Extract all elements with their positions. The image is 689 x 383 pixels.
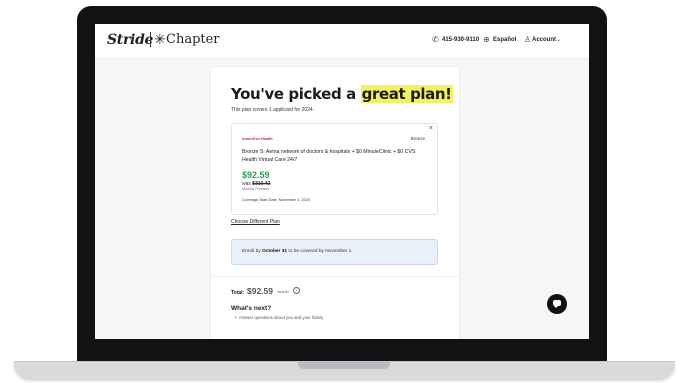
- browser-viewport: Stride ✳ Chapter ✆ 415-930-9110 ⊕ Españo…: [95, 24, 589, 339]
- selected-plan-card: × AmeriGen Health Bronze Bronze S: Aetna…: [231, 123, 438, 215]
- info-icon[interactable]: i: [293, 287, 300, 294]
- page-title: You've picked a great plan!: [231, 85, 453, 103]
- site-header: Stride ✳ Chapter ✆ 415-930-9110 ⊕ Españo…: [95, 24, 589, 59]
- enroll-deadline-text: Enroll by October 31 to be covered by No…: [242, 249, 353, 254]
- language-toggle[interactable]: Español: [493, 37, 516, 43]
- chevron-down-icon[interactable]: ⌄: [556, 36, 561, 43]
- premium-label: Monthly Premium: [242, 187, 270, 191]
- phone-link[interactable]: 415-930-9110: [442, 37, 479, 43]
- chapter-logo[interactable]: Chapter: [166, 32, 220, 47]
- total-unit: /month: [277, 290, 289, 294]
- plan-description: Bronze S: Aetna network of doctors & hos…: [242, 149, 416, 163]
- page-title-highlight: great plan!: [360, 85, 453, 103]
- coverage-start-date: Coverage Start Date: November 1, 2024: [242, 198, 310, 202]
- logo-divider: [150, 32, 151, 47]
- whats-next-item-text: Answer questions about you and your fami…: [238, 315, 324, 320]
- plan-tier-badge: Bronze: [410, 136, 425, 141]
- enroll-suffix: to be covered by November 1.: [288, 249, 353, 254]
- chat-button[interactable]: [547, 294, 567, 314]
- close-icon[interactable]: ×: [429, 125, 433, 132]
- user-icon: ♙: [524, 35, 532, 44]
- phone-icon: ✆: [432, 35, 439, 44]
- total-label: Total:: [231, 290, 245, 296]
- carrier-logo: AmeriGen Health: [242, 137, 273, 141]
- stride-logo[interactable]: Stride: [107, 32, 153, 48]
- page-subtitle: This plan covers 1 applicant for 2024.: [231, 107, 315, 113]
- plan-summary-card: You've picked a great plan! This plan co…: [210, 66, 460, 339]
- whats-next-item: • Answer questions about you and your fa…: [235, 315, 324, 320]
- enroll-date: October 31: [262, 249, 288, 254]
- whats-next-heading: What's next?: [231, 305, 272, 312]
- page-title-prefix: You've picked a: [231, 85, 356, 103]
- enroll-deadline-banner: Enroll by October 31 to be covered by No…: [231, 239, 438, 265]
- plan-price: $92.59: [242, 170, 270, 180]
- laptop-notch: [298, 362, 390, 369]
- chat-icon-tail: [554, 306, 558, 308]
- total-value: $92.59: [247, 286, 273, 296]
- enroll-prefix: Enroll by: [242, 249, 261, 254]
- account-menu[interactable]: Account: [532, 37, 556, 43]
- globe-icon: ⊕: [483, 35, 490, 44]
- section-divider: [211, 276, 459, 277]
- choose-different-plan-link[interactable]: Choose Different Plan: [231, 219, 280, 225]
- chapter-asterisk-icon: ✳: [154, 31, 166, 47]
